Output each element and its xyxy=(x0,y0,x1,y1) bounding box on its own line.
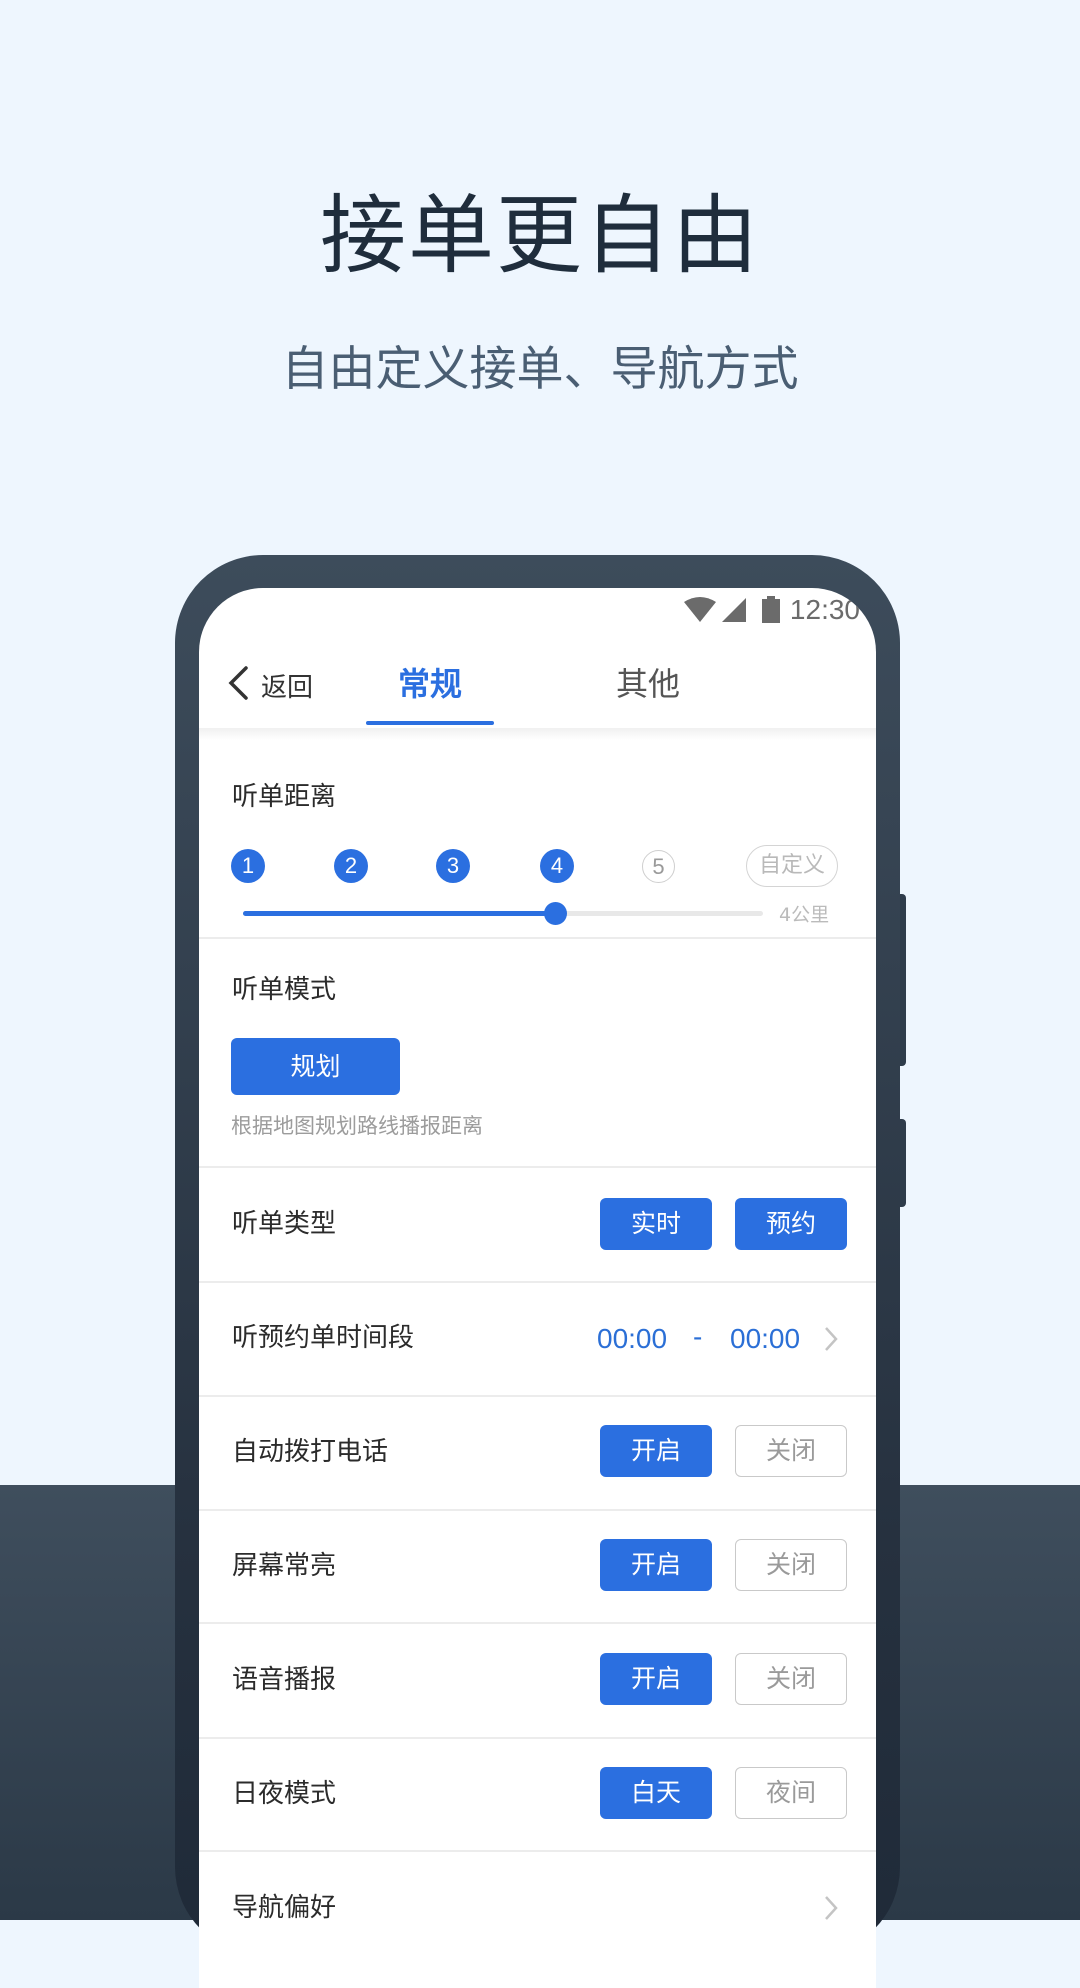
mode-label: 听单模式 xyxy=(232,975,337,1005)
chevron-left-icon xyxy=(227,666,249,704)
distance-step-3[interactable]: 3 xyxy=(436,849,470,883)
screen-on-label: 屏幕常亮 xyxy=(232,1551,337,1581)
distance-slider[interactable] xyxy=(243,902,763,925)
auto-call-label: 自动拨打电话 xyxy=(232,1437,389,1467)
plan-mode-button[interactable]: 规划 xyxy=(231,1038,400,1095)
order-type-label: 听单类型 xyxy=(232,1209,337,1239)
voice-off-button[interactable]: 关闭 xyxy=(735,1653,847,1705)
top-nav: 返回 常规 其他 xyxy=(199,640,876,728)
hero-title: 接单更自由 xyxy=(320,186,760,286)
auto-call-on-button[interactable]: 开启 xyxy=(600,1425,712,1477)
status-time: 12:30 xyxy=(789,594,860,625)
divider xyxy=(199,1281,876,1283)
hero-subtitle: 自由定义接单、导航方式 xyxy=(281,342,799,397)
time-range-label: 听预约单时间段 xyxy=(232,1323,415,1353)
auto-call-off-button[interactable]: 关闭 xyxy=(735,1425,847,1477)
back-button[interactable]: 返回 xyxy=(227,665,313,705)
distance-step-2[interactable]: 2 xyxy=(334,849,368,883)
distance-step-4[interactable]: 4 xyxy=(540,849,574,883)
distance-step-1[interactable]: 1 xyxy=(231,849,265,883)
tab-other[interactable]: 其他 xyxy=(616,662,680,706)
chevron-right-icon[interactable] xyxy=(823,1894,839,1926)
divider xyxy=(199,937,876,939)
power-button xyxy=(900,1119,906,1207)
divider xyxy=(199,1509,876,1511)
chevron-right-icon[interactable] xyxy=(823,1325,839,1357)
distance-label: 听单距离 xyxy=(232,782,337,812)
battery-icon xyxy=(762,596,780,632)
tab-general[interactable]: 常规 xyxy=(398,662,462,706)
day-night-label: 日夜模式 xyxy=(232,1779,337,1809)
divider xyxy=(199,1850,876,1852)
voice-on-button[interactable]: 开启 xyxy=(600,1653,712,1705)
divider xyxy=(199,1395,876,1397)
header-shadow xyxy=(199,728,876,740)
screen-on-on-button[interactable]: 开启 xyxy=(600,1539,712,1591)
time-start[interactable]: 00:00 xyxy=(597,1322,667,1356)
divider xyxy=(199,1737,876,1739)
night-mode-button[interactable]: 夜间 xyxy=(735,1767,847,1819)
active-tab-indicator xyxy=(366,721,494,725)
phone-screen: 12:30 返回 常规 其他 听单距离 1 2 3 4 5 自定义 4公里 听单… xyxy=(199,588,876,1988)
voice-label: 语音播报 xyxy=(232,1665,337,1695)
time-end[interactable]: 00:00 xyxy=(730,1322,800,1356)
wifi-icon xyxy=(683,596,717,632)
distance-step-5[interactable]: 5 xyxy=(642,850,675,883)
day-mode-button[interactable]: 白天 xyxy=(600,1767,712,1819)
distance-slider-fill xyxy=(243,911,555,916)
mode-hint: 根据地图规划路线播报距离 xyxy=(231,1114,483,1138)
divider xyxy=(199,1166,876,1168)
realtime-button[interactable]: 实时 xyxy=(600,1198,712,1250)
volume-button xyxy=(900,894,906,1066)
reservation-button[interactable]: 预约 xyxy=(735,1198,847,1250)
divider xyxy=(199,1622,876,1624)
screen-on-off-button[interactable]: 关闭 xyxy=(735,1539,847,1591)
back-label: 返回 xyxy=(261,672,314,703)
distance-slider-thumb[interactable] xyxy=(544,902,567,925)
signal-icon xyxy=(721,596,747,632)
time-separator: - xyxy=(693,1321,703,1352)
distance-value: 4公里 xyxy=(779,904,830,926)
custom-distance-button[interactable]: 自定义 xyxy=(746,845,838,887)
